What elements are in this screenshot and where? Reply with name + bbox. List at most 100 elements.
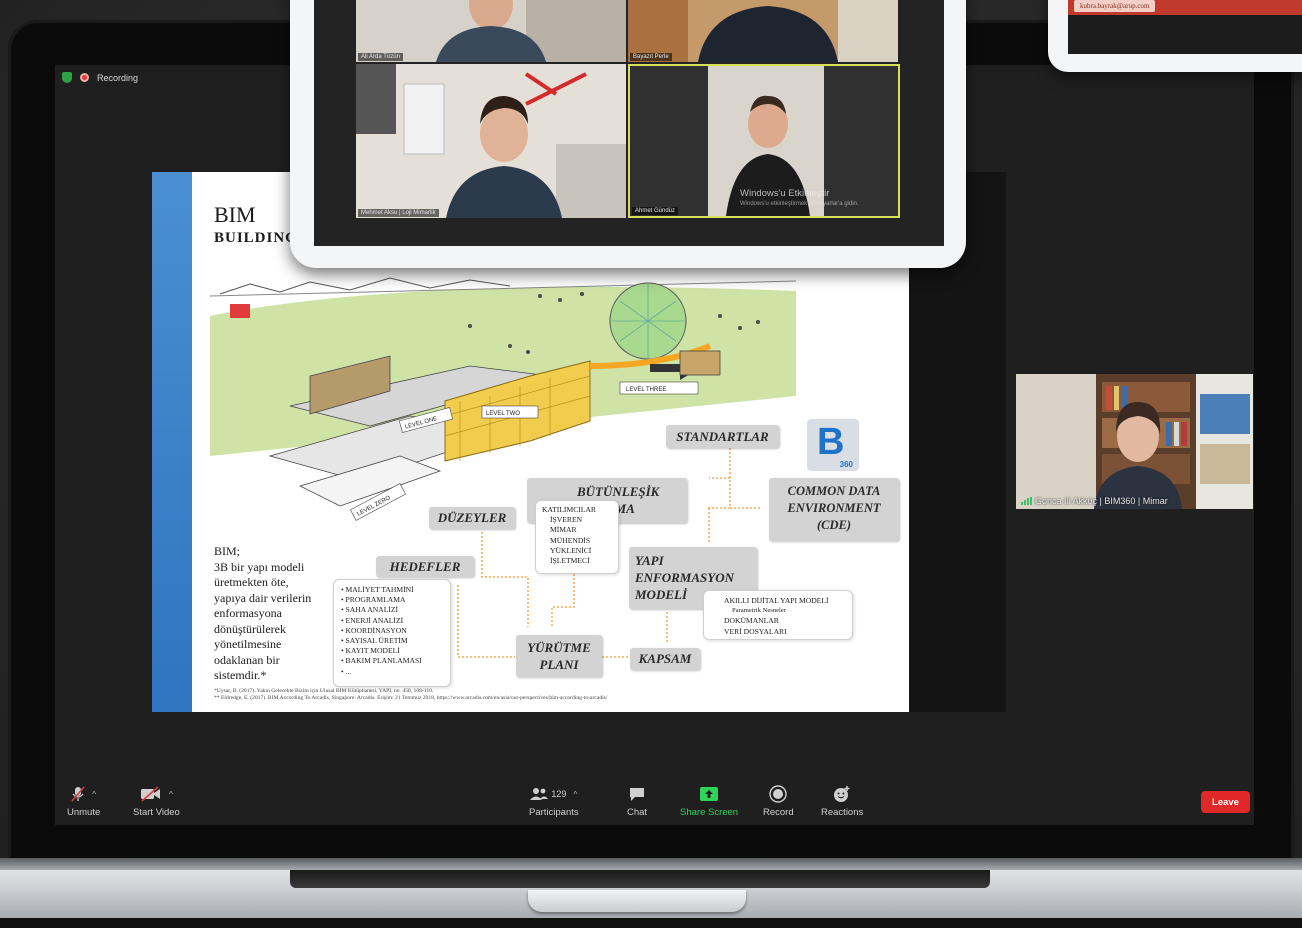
chat-button[interactable]: Chat [627, 785, 647, 818]
second-device: kubra.bayrak@arup.com [1048, 0, 1302, 72]
bim-desc-line: yapıya dair verilerin [214, 590, 312, 605]
yapi-line-1: YAPI [635, 553, 664, 568]
bim-description: BIM; 3B bir yapı modeli üretmekten öte, … [214, 544, 326, 684]
signal-strength-icon [1021, 497, 1032, 505]
yapi-list-item: AKILLI DİJİTAL YAPI MODELİ [724, 596, 829, 605]
record-button[interactable]: Record [763, 785, 794, 818]
katilimcilar-title: KATILIMCILAR [542, 505, 596, 514]
bim-desc-line: odaklanan bir [214, 652, 280, 667]
hedefler-item: • BAKIM PLANLAMASI [341, 656, 422, 666]
bim-desc-line: enformasyona [214, 606, 282, 620]
hedefler-item: • SAYISAL ÜRETİM [341, 636, 408, 646]
laptop-hinge [290, 870, 990, 888]
bim-desc-line: 3B bir yapı modeli [214, 559, 305, 574]
share-screen-label: Share Screen [680, 807, 739, 818]
yapi-list-item: DOKÜMANLAR [724, 616, 779, 626]
record-icon [769, 785, 788, 803]
participants-count: 129 [551, 789, 567, 799]
cde-line-3: (CDE) [816, 518, 852, 532]
yapi-list-item: Parametrik Nesneler [732, 607, 787, 615]
participant-tile[interactable]: Bayazıt Perle [628, 0, 898, 62]
participant-name: Bayazıt Perle [630, 53, 672, 61]
windows-activation-watermark: Windows'u Etkinleştir Windows'u etkinleş… [740, 188, 859, 207]
footnote-1: *Uysar, B. (2017). Yakın Gelecekte Bizim… [214, 688, 434, 694]
hedefler-item: • PROGRAMLAMA [341, 595, 406, 605]
box-standartlar: STANDARTLAR [666, 425, 779, 448]
hedefler-item: • ... [341, 666, 352, 676]
self-video-name-tag: Gonca Ili Akküç | BIM360 | Mimar [1021, 496, 1168, 506]
bim-desc-line: dönüştürülerek [214, 621, 286, 636]
chat-bubble-icon [630, 788, 645, 801]
participants-icon [530, 788, 549, 800]
bim-desc-line: üretmekten öte, [214, 575, 289, 589]
reactions-button[interactable]: Reactions [821, 785, 863, 818]
start-video-button[interactable]: ^ Start Video [133, 785, 180, 818]
participant-name: Ahmet Gündüz [632, 207, 679, 215]
share-screen-icon [700, 787, 719, 801]
meeting-toolbar: ^ Unmute ^ Start Video 129 ^ Participant… [55, 781, 1254, 825]
katilimcilar-item: MÜHENDİS [550, 535, 591, 545]
slide-footnotes: *Uysar, B. (2017). Yakın Gelecekte Bizim… [214, 688, 894, 702]
katilimcilar-item: İŞLETMECİ [550, 556, 590, 566]
participants-label: Participants [529, 807, 579, 818]
laptop-open-notch [528, 890, 746, 912]
yapi-line-2: ENFORMASYON [635, 570, 734, 585]
leave-button[interactable]: Leave [1201, 791, 1250, 813]
hedefler-item: • KOORDİNASYON [341, 625, 407, 635]
record-dot-icon [80, 73, 89, 82]
recording-indicator[interactable]: Recording [62, 72, 138, 83]
chevron-up-icon[interactable]: ^ [169, 790, 173, 799]
bim-desc-line: yönetilmesine [214, 637, 282, 651]
bim-desc-line: BIM; [214, 544, 241, 558]
self-video-name: Gonca Ili Akküç | BIM360 | Mimar [1035, 496, 1168, 506]
katilimcilar-item: MİMAR [550, 525, 577, 535]
laptop-shadow [0, 918, 1302, 928]
yapi-model-list: AKILLI DİJİTAL YAPI MODELİ Parametrik Ne… [703, 590, 853, 640]
record-label: Record [763, 807, 794, 818]
email-address[interactable]: kubra.bayrak@arup.com [1074, 0, 1156, 12]
participant-name: Ali Arda Tüzün [358, 53, 403, 61]
participants-button[interactable]: 129 ^ Participants [529, 785, 579, 818]
box-cde: COMMON DATA ENVIRONMENT (CDE) [769, 478, 899, 541]
bim-desc-line: sistemdir.* [214, 668, 267, 682]
footnote-2: ** Eldredge, E. (2017). BIM According To… [214, 695, 608, 701]
share-screen-button[interactable]: Share Screen [680, 785, 738, 818]
chevron-up-icon[interactable]: ^ [573, 790, 577, 799]
box-kapsam: KAPSAM [630, 648, 700, 670]
cde-line-1: COMMON DATA [787, 484, 881, 498]
participant-video [356, 64, 626, 218]
cde-line-2: ENVIRONMENT [787, 501, 881, 515]
hedefler-item: • MALİYET TAHMİNİ [341, 585, 414, 594]
hedefler-item: • ENERJİ ANALİZİ [341, 615, 404, 625]
watermark-subtitle: Windows'u etkinleştirmek için Ayarlar'a … [740, 201, 859, 207]
katilimcilar-item: İŞVEREN [550, 515, 583, 525]
smiley-plus-icon [834, 786, 850, 802]
microphone-muted-icon [71, 786, 85, 802]
hedefler-item: • SAHA ANALİZİ [341, 605, 399, 615]
laptop-base-edge [0, 858, 1302, 870]
start-video-label: Start Video [133, 807, 180, 818]
participant-tile[interactable]: Mehmet Aksu | Lojl Mimarlik [356, 64, 626, 218]
unmute-label: Unmute [67, 807, 101, 818]
chevron-up-icon[interactable]: ^ [92, 790, 96, 799]
self-video-tile[interactable]: Gonca Ili Akküç | BIM360 | Mimar [1016, 374, 1253, 509]
video-camera-off-icon [141, 786, 161, 802]
yapi-list-item: VERİ DOSYALARI [724, 626, 787, 636]
hedefler-list: • MALİYET TAHMİNİ • PROGRAMLAMA • SAHA A… [333, 579, 451, 687]
laptop-scene: Recording BIM BUILDING LEVEL ONE LEVEL T… [0, 0, 1302, 928]
email-bar: kubra.bayrak@arup.com [1068, 0, 1302, 15]
chat-label: Chat [627, 807, 648, 818]
hedefler-item: • KAYIT MODELİ [341, 646, 400, 656]
katilimcilar-list: KATILIMCILAR İŞVEREN MİMAR MÜHENDİS YÜKL… [535, 500, 619, 574]
watermark-title: Windows'u Etkinleştir [740, 188, 830, 199]
reactions-label: Reactions [821, 807, 864, 818]
box-hedefler: HEDEFLER [376, 556, 474, 577]
yurutme-line-1: YÜRÜTME [527, 640, 591, 655]
self-video-feed [1016, 374, 1253, 509]
unmute-button[interactable]: ^ Unmute [67, 785, 100, 818]
recording-label: Recording [97, 72, 139, 83]
participant-tile[interactable]: Ali Arda Tüzün [356, 0, 626, 62]
second-device-screen: kubra.bayrak@arup.com [1068, 0, 1302, 54]
yurutme-line-2: PLANI [539, 657, 579, 672]
tablet-gallery-view: Ali Arda Tüzün Bayazıt Perle Mehmet Aksu… [314, 0, 944, 246]
